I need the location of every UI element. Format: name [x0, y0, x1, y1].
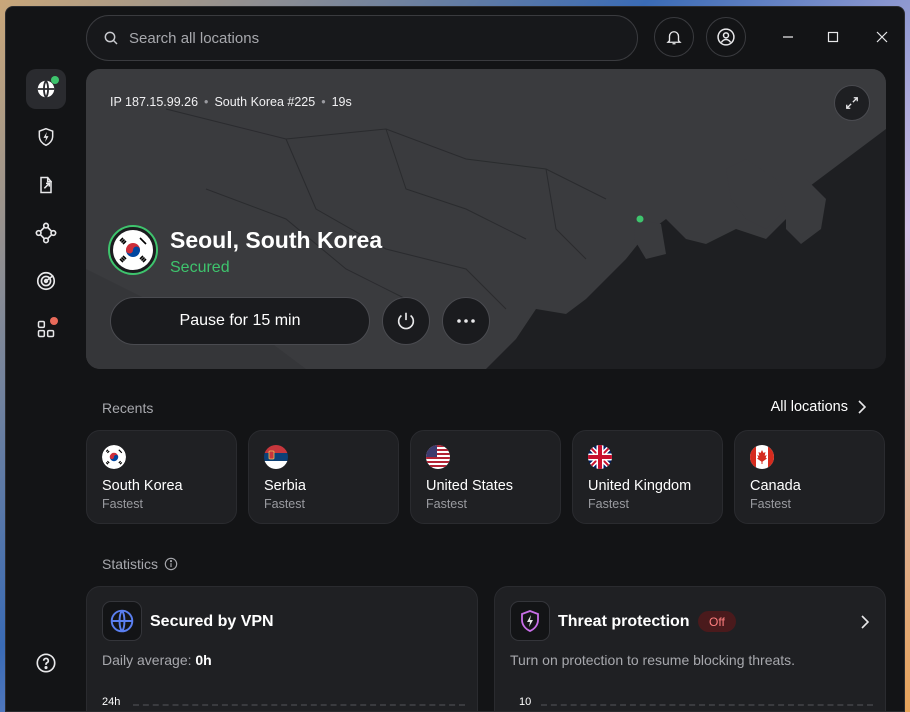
connected-country-flag: [108, 225, 158, 275]
minimize-icon: [783, 36, 793, 38]
chart-gridline: [541, 704, 873, 706]
expand-icon: [846, 97, 858, 109]
all-locations-label: All locations: [770, 399, 848, 415]
all-locations-link[interactable]: All locations: [771, 399, 866, 415]
maximize-icon: [827, 31, 839, 43]
threat-axis-top-label: 10: [519, 696, 532, 708]
notifications-button[interactable]: [654, 17, 694, 57]
serbia-flag-icon: [264, 445, 288, 469]
server-name: South Korea #225: [214, 95, 316, 109]
united-kingdom-flag-icon: [588, 445, 612, 469]
connection-duration: 19s: [331, 95, 352, 109]
file-export-icon: [40, 176, 52, 194]
status-badge: Off: [698, 611, 736, 632]
connection-status: Secured: [170, 259, 230, 276]
daily-average: Daily average: 0h: [102, 652, 212, 668]
recent-item-canada[interactable]: Canada Fastest: [734, 430, 885, 524]
connection-info: IP 187.15.99.26 • South Korea #225 • 19s: [110, 95, 352, 109]
vpn-stats-card[interactable]: Secured by VPN Daily average: 0h 24h: [86, 586, 478, 711]
recent-item-sub: Fastest: [588, 497, 629, 511]
sidebar-item-meshnet[interactable]: [26, 213, 66, 253]
maximize-button[interactable]: [821, 25, 845, 49]
daily-average-value: 0h: [195, 652, 212, 668]
chart-gridline: [133, 704, 465, 706]
sidebar-item-dark-web-monitor[interactable]: [26, 261, 66, 301]
recent-item-name: United Kingdom: [588, 478, 692, 494]
search-icon: [104, 31, 118, 45]
map-panel[interactable]: IP 187.15.99.26 • South Korea #225 • 19s: [86, 69, 886, 369]
recent-item-united-states[interactable]: United States Fastest: [410, 430, 561, 524]
south-korea-flag-icon: [102, 445, 126, 469]
minimize-button[interactable]: [776, 25, 800, 49]
more-icon: [457, 319, 475, 323]
user-icon: [717, 28, 735, 46]
recent-item-name: Canada: [750, 478, 801, 494]
bell-icon: [666, 31, 682, 45]
statistics-label: Statistics: [102, 556, 159, 572]
pause-button[interactable]: Pause for 15 min: [110, 297, 370, 345]
recent-item-sub: Fastest: [102, 497, 143, 511]
globe-icon: [110, 609, 134, 633]
vpn-axis-top-label: 24h: [102, 696, 121, 708]
help-button[interactable]: [26, 643, 66, 683]
recent-item-name: United States: [426, 478, 514, 494]
target-icon: [36, 271, 56, 291]
notification-dot: [50, 317, 58, 325]
threat-icon-tile: [510, 601, 550, 641]
south-korea-flag-icon: [113, 230, 153, 270]
close-button[interactable]: [870, 25, 894, 49]
search-input[interactable]: [129, 29, 609, 47]
mesh-network-icon: [35, 222, 57, 244]
power-icon: [397, 312, 415, 330]
ip-address: IP 187.15.99.26: [110, 95, 199, 109]
recent-item-serbia[interactable]: Serbia Fastest: [248, 430, 399, 524]
disconnect-button[interactable]: [382, 297, 430, 345]
search-bar[interactable]: [86, 15, 638, 61]
shield-bolt-icon: [521, 610, 539, 632]
sidebar-item-file-sharing[interactable]: [26, 165, 66, 205]
canada-flag-icon: [750, 445, 774, 469]
vpn-icon-tile: [102, 601, 142, 641]
vpn-card-title: Secured by VPN: [150, 613, 274, 630]
sidebar-item-locations[interactable]: [26, 69, 66, 109]
recent-item-name: Serbia: [264, 478, 306, 494]
shield-bolt-icon: [38, 127, 54, 147]
threat-description: Turn on protection to resume blocking th…: [510, 652, 796, 668]
recent-item-united-kingdom[interactable]: United Kingdom Fastest: [572, 430, 723, 524]
info-icon[interactable]: [164, 557, 178, 571]
recent-item-name: South Korea: [102, 478, 183, 494]
sidebar-item-apps[interactable]: [26, 309, 66, 349]
threat-stats-card[interactable]: Threat protection Off Turn on protection…: [494, 586, 886, 711]
more-options-button[interactable]: [442, 297, 490, 345]
recent-item-south-korea[interactable]: South Korea Fastest: [86, 430, 237, 524]
chevron-right-icon: [858, 400, 866, 414]
statistics-header: Statistics: [102, 556, 178, 572]
threat-card-title: Threat protection: [558, 613, 690, 630]
app-window: IP 187.15.99.26 • South Korea #225 • 19s: [5, 6, 905, 712]
sidebar-item-threat-protection[interactable]: [26, 117, 66, 157]
united-states-flag-icon: [426, 445, 450, 469]
chevron-right-icon[interactable]: [861, 615, 869, 629]
expand-map-button[interactable]: [834, 85, 870, 121]
daily-average-label: Daily average:: [102, 652, 192, 668]
recent-item-sub: Fastest: [750, 497, 791, 511]
sidebar: [6, 7, 84, 711]
recent-item-sub: Fastest: [264, 497, 305, 511]
recent-item-sub: Fastest: [426, 497, 467, 511]
account-button[interactable]: [706, 17, 746, 57]
recents-label: Recents: [102, 400, 154, 416]
status-dot: [51, 76, 59, 84]
close-icon: [876, 31, 888, 43]
help-icon: [36, 653, 56, 673]
connected-city: Seoul, South Korea: [170, 227, 383, 253]
